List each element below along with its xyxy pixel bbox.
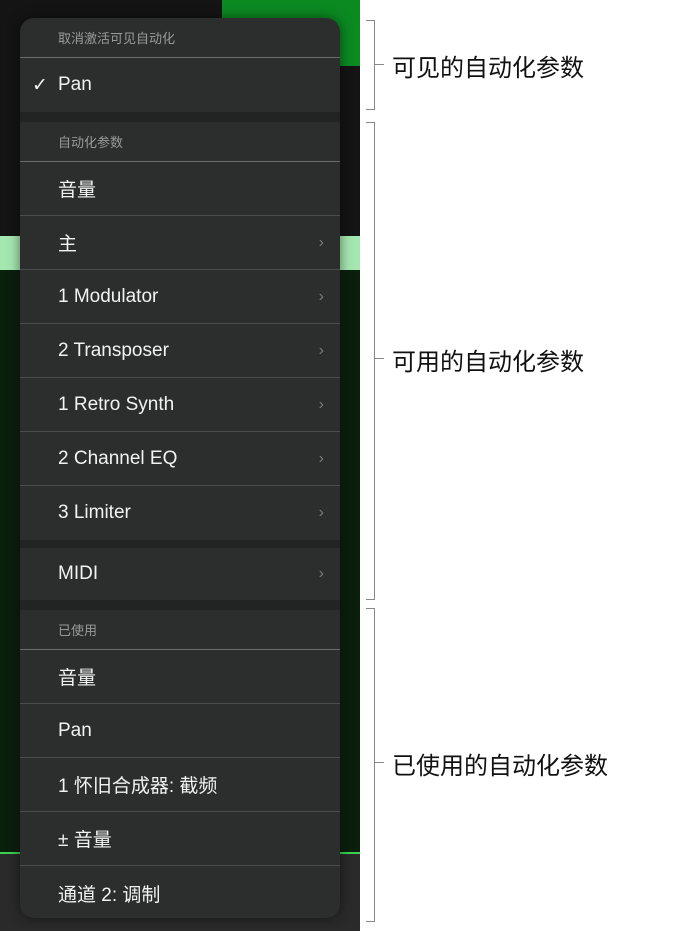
menu-item[interactable]: 通道 2: 调制: [20, 866, 340, 918]
bracket-available: [366, 122, 375, 600]
menu-item-midi[interactable]: MIDI ›: [20, 548, 340, 600]
deactivate-visible-automation[interactable]: 取消激活可见自动化: [20, 18, 340, 58]
section-header-used: 已使用: [20, 610, 340, 650]
section-divider: [20, 112, 340, 122]
item-label: 音量: [58, 180, 97, 201]
header-label: 自动化参数: [58, 135, 124, 150]
item-label: 1 Retro Synth: [58, 393, 175, 415]
menu-item[interactable]: 音量: [20, 650, 340, 704]
callout-used: 已使用的自动化参数: [392, 753, 608, 780]
menu-item[interactable]: ± 音量: [20, 812, 340, 866]
chevron-right-icon: ›: [318, 395, 324, 413]
item-label: 2 Channel EQ: [58, 447, 178, 469]
header-label: 取消激活可见自动化: [58, 31, 176, 46]
chevron-right-icon: ›: [318, 504, 324, 521]
item-label: 主: [58, 234, 78, 255]
callout-available: 可用的自动化参数: [392, 349, 584, 376]
item-label: 1 怀旧合成器: 截频: [58, 776, 218, 797]
chevron-right-icon: ›: [318, 287, 324, 305]
bracket-used: [366, 608, 375, 922]
item-label: Pan: [58, 719, 92, 741]
bracket-tick: [374, 64, 384, 65]
item-label: MIDI: [58, 563, 99, 584]
menu-item[interactable]: 1 怀旧合成器: 截频: [20, 758, 340, 812]
menu-item[interactable]: 3 Limiter ›: [20, 486, 340, 540]
item-label: 通道 2: 调制: [58, 884, 161, 906]
menu-item[interactable]: 主 ›: [20, 216, 340, 270]
menu-item[interactable]: 1 Modulator ›: [20, 270, 340, 324]
item-label: 1 Modulator: [58, 285, 159, 307]
automation-menu: 取消激活可见自动化 ✓ Pan 自动化参数 音量主 › 1 Modulator › 2 T…: [20, 18, 340, 918]
chevron-right-icon: ›: [318, 233, 324, 251]
item-label: Pan: [58, 74, 92, 95]
bracket-tick: [374, 358, 384, 359]
chevron-right-icon: ›: [318, 449, 324, 467]
item-label: 2 Transposer: [58, 339, 169, 361]
chevron-right-icon: ›: [318, 565, 324, 582]
section-divider: [20, 600, 340, 610]
header-label: 已使用: [58, 623, 98, 638]
item-label: 3 Limiter: [58, 502, 131, 523]
item-label: ± 音量: [58, 830, 112, 851]
menu-item[interactable]: Pan: [20, 704, 340, 758]
menu-item[interactable]: 2 Channel EQ ›: [20, 432, 340, 486]
menu-item[interactable]: 2 Transposer ›: [20, 324, 340, 378]
menu-item[interactable]: 1 Retro Synth ›: [20, 378, 340, 432]
section-header-params: 自动化参数: [20, 122, 340, 162]
checkmark-icon: ✓: [32, 74, 48, 96]
menu-item-pan-visible[interactable]: ✓ Pan: [20, 58, 340, 112]
item-label: 音量: [58, 668, 97, 689]
bracket-visible: [366, 20, 375, 110]
callout-visible: 可见的自动化参数: [392, 55, 584, 82]
menu-item[interactable]: 音量: [20, 162, 340, 216]
bracket-tick: [374, 762, 384, 763]
chevron-right-icon: ›: [318, 341, 324, 359]
section-divider: [20, 540, 340, 548]
